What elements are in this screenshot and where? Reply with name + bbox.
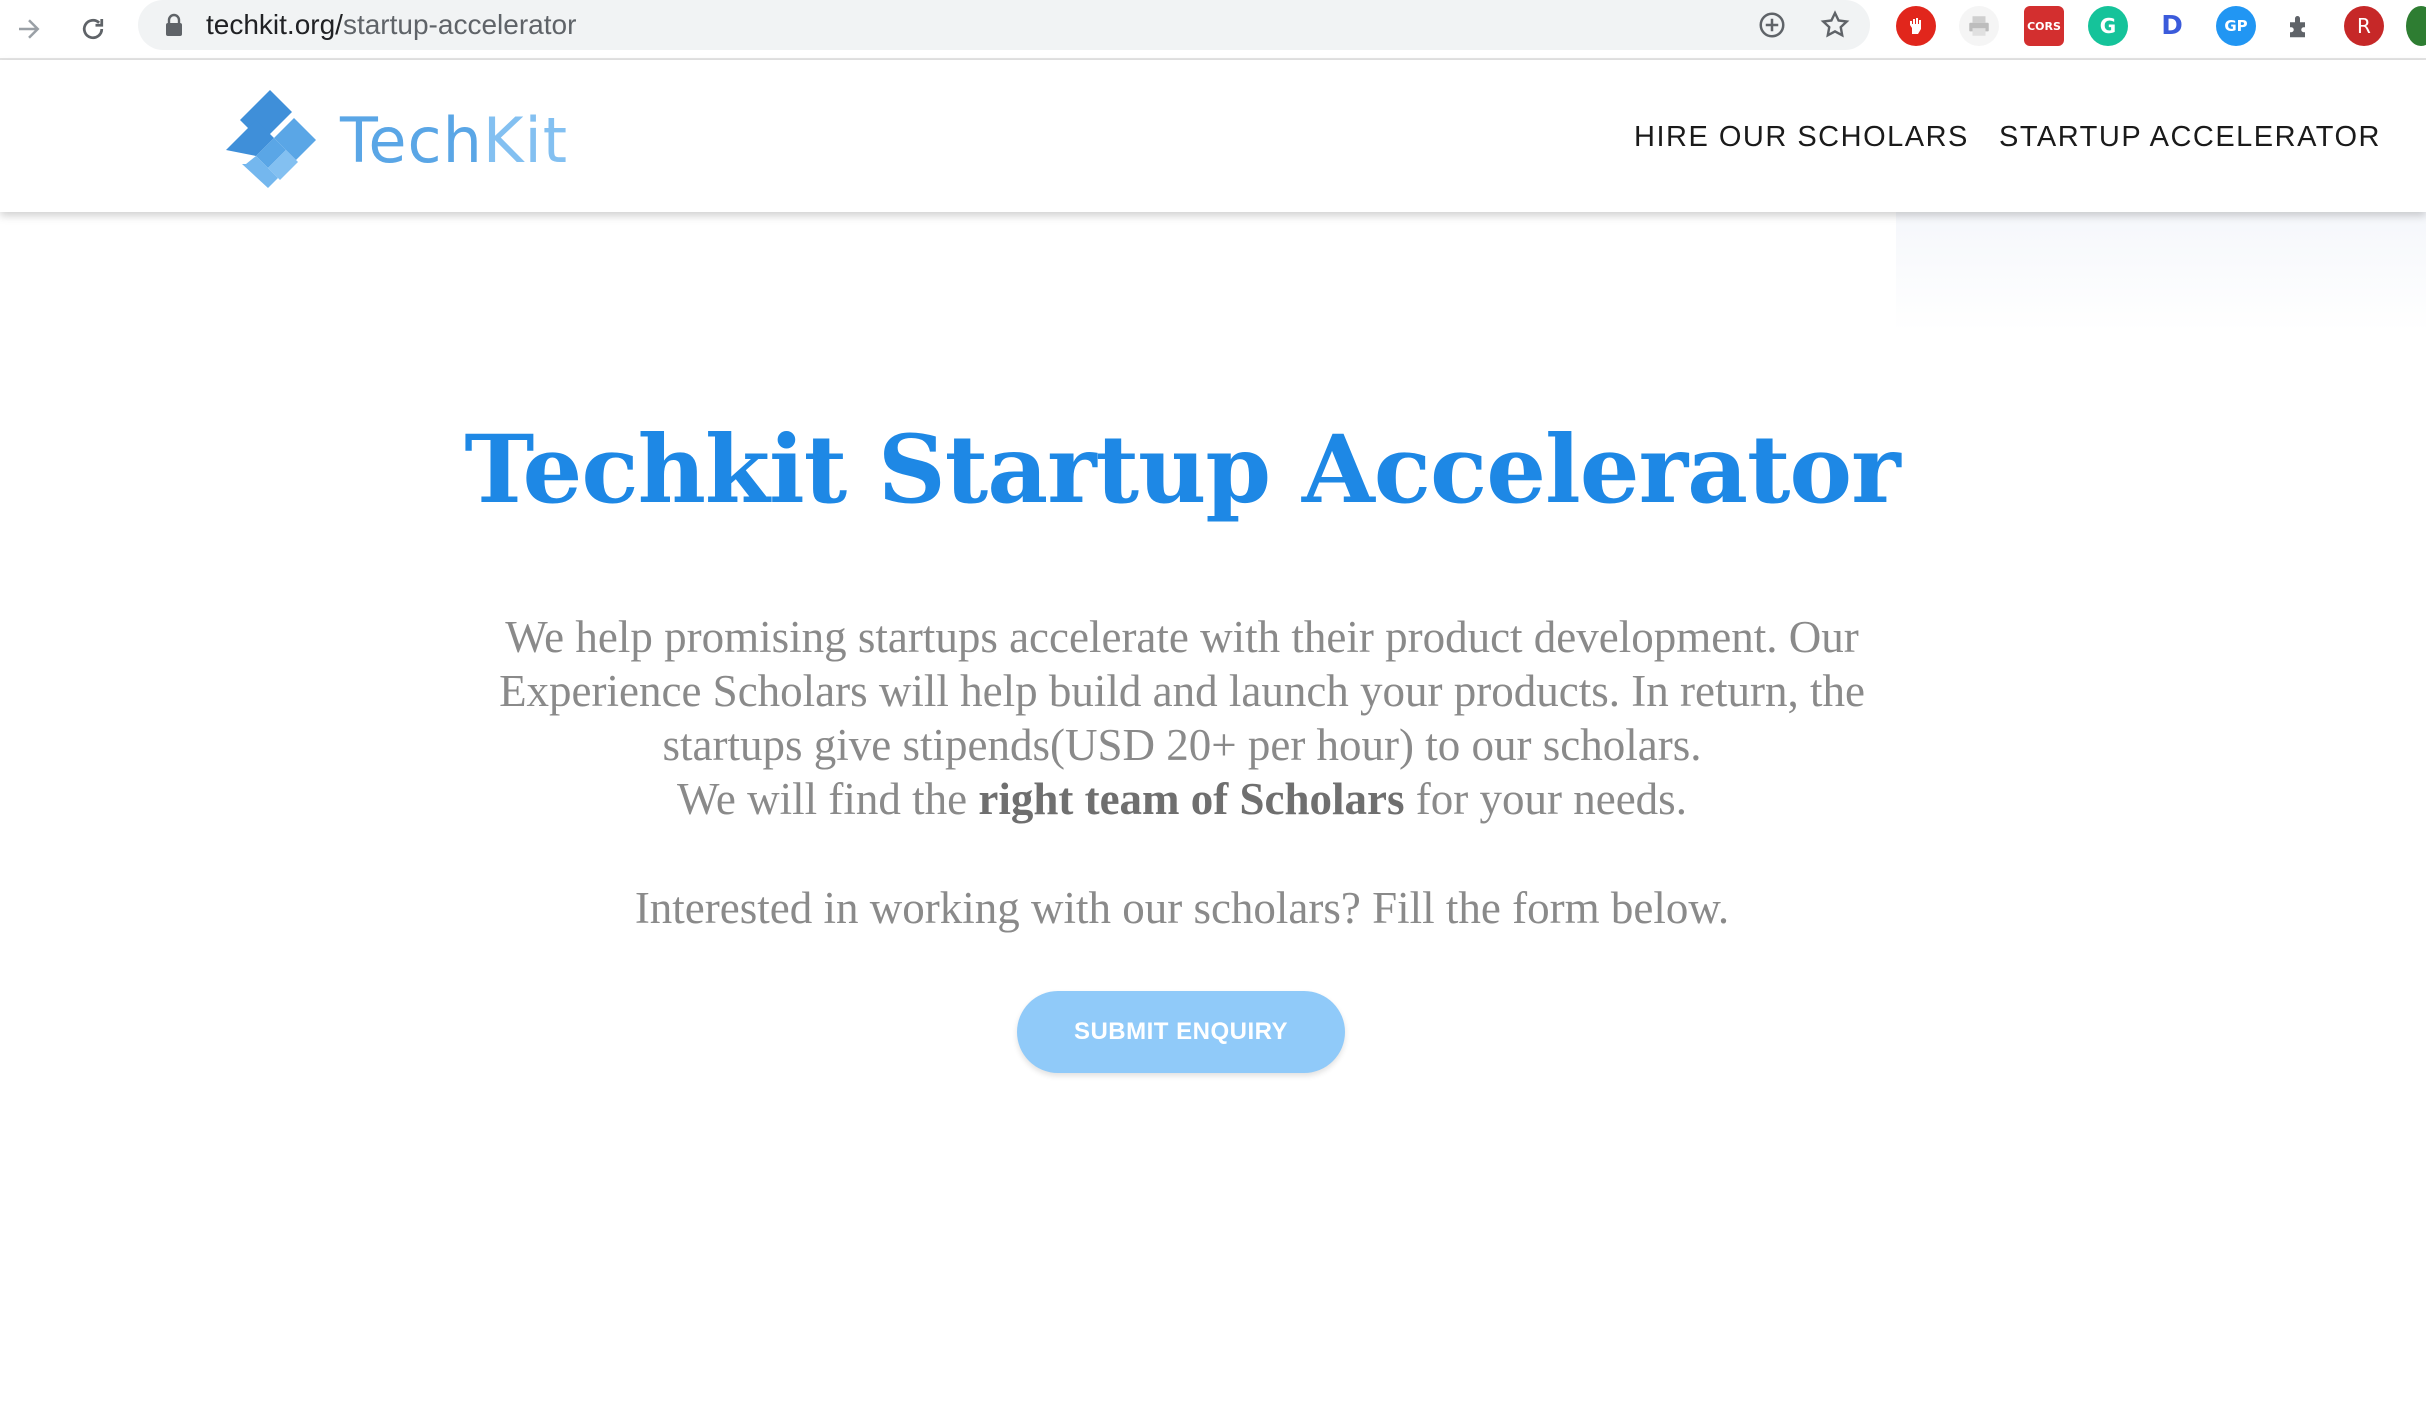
extensions-puzzle-icon[interactable] xyxy=(2280,6,2320,46)
dashlane-extension-icon[interactable]: D xyxy=(2152,6,2192,46)
url-path: startup-accelerator xyxy=(342,9,577,40)
page-title: Techkit Startup Accelerator xyxy=(464,415,1900,525)
hero-line-4-pre: We will find the xyxy=(677,774,979,824)
logo-text-kit: Kit xyxy=(482,104,569,177)
logo-text: TechKit xyxy=(340,106,568,176)
bookmark-star-icon[interactable] xyxy=(1818,8,1852,42)
techkit-logo[interactable]: TechKit xyxy=(222,84,582,194)
site-header: TechKit HIRE OUR SCHOLARS STARTUP ACCELE… xyxy=(0,60,2426,212)
forward-icon[interactable] xyxy=(6,6,52,52)
page: techkit.org/startup-accelerator CORS G D… xyxy=(0,0,2426,1416)
url-text[interactable]: techkit.org/startup-accelerator xyxy=(206,8,576,42)
hero-line-2: Experience Scholars will help build and … xyxy=(499,666,1865,716)
nav-hire-our-scholars[interactable]: HIRE OUR SCHOLARS xyxy=(1634,120,1969,154)
extra-extension-icon[interactable] xyxy=(2406,6,2426,46)
url-host: techkit.org/ xyxy=(206,9,343,40)
address-bar[interactable]: techkit.org/startup-accelerator xyxy=(138,0,1870,50)
reload-icon[interactable] xyxy=(70,6,116,52)
adblock-extension-icon[interactable] xyxy=(1896,6,1936,46)
zoom-icon[interactable] xyxy=(1755,8,1789,42)
cors-extension-icon[interactable]: CORS xyxy=(2024,6,2064,46)
hero-description: We help promising startups accelerate wi… xyxy=(382,610,1982,826)
nav-startup-accelerator[interactable]: STARTUP ACCELERATOR xyxy=(1999,120,2381,154)
hero-line-4-emphasis: right team of Scholars xyxy=(978,774,1405,824)
gp-extension-icon[interactable]: GP xyxy=(2216,6,2256,46)
profile-avatar[interactable]: R xyxy=(2344,6,2384,46)
hero-line-4: We will find the right team of Scholars … xyxy=(382,772,1982,826)
lock-icon xyxy=(166,13,182,36)
logo-text-tech: Tech xyxy=(340,104,483,177)
decorative-background xyxy=(1896,212,2426,332)
submit-enquiry-button[interactable]: SUBMIT ENQUIRY xyxy=(1017,991,1345,1073)
hero-cta-text: Interested in working with our scholars?… xyxy=(634,883,1730,933)
hero-line-3: startups give stipends(USD 20+ per hour)… xyxy=(662,720,1702,770)
grammarly-extension-icon[interactable]: G xyxy=(2088,6,2128,46)
printer-extension-icon[interactable] xyxy=(1959,6,1999,46)
logo-mark-icon xyxy=(226,90,316,188)
browser-toolbar: techkit.org/startup-accelerator CORS G D… xyxy=(0,0,2426,60)
hero-line-4-post: for your needs. xyxy=(1404,774,1687,824)
hero-line-1: We help promising startups accelerate wi… xyxy=(505,612,1859,662)
